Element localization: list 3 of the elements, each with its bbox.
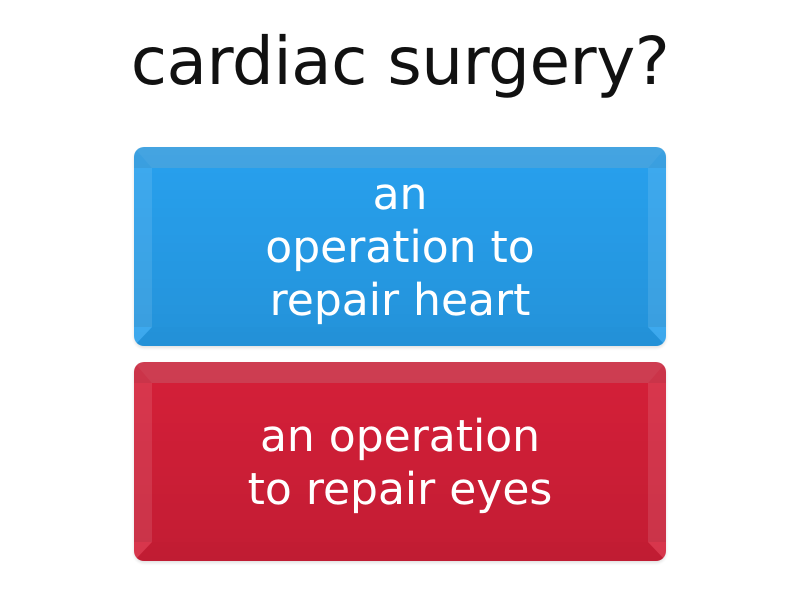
question-text: cardiac surgery? <box>130 22 670 102</box>
answer-option[interactable]: an operation to repair eyes <box>134 362 666 561</box>
answer-option[interactable]: an operation to repair heart <box>134 147 666 346</box>
